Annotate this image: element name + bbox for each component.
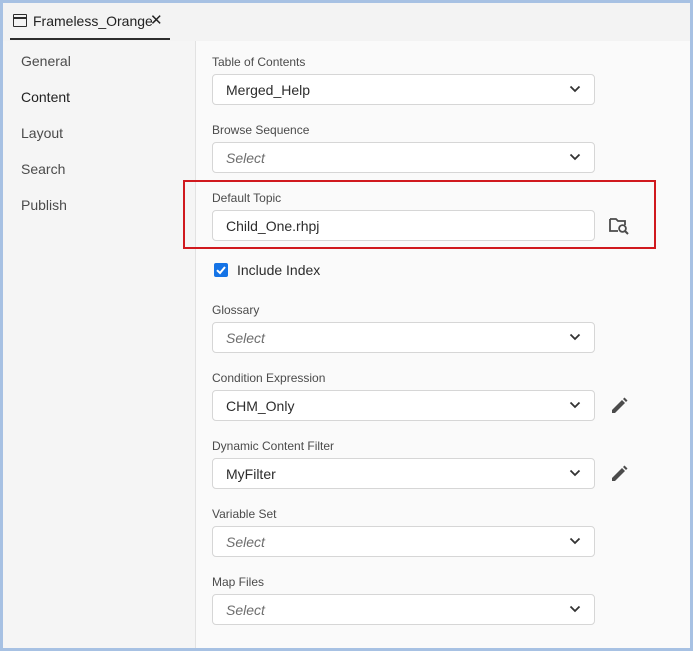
browse-sequence-placeholder: Select bbox=[226, 150, 265, 166]
chevron-down-icon bbox=[569, 333, 581, 341]
tab-frameless-orange[interactable]: Frameless_Orange ✕ bbox=[10, 3, 170, 40]
edit-pencil-icon[interactable] bbox=[608, 463, 630, 485]
toc-label: Table of Contents bbox=[212, 55, 306, 69]
sidebar-item-content[interactable]: Content bbox=[21, 89, 70, 105]
glossary-label: Glossary bbox=[212, 303, 260, 317]
sidebar-item-search[interactable]: Search bbox=[21, 161, 65, 177]
map-files-label: Map Files bbox=[212, 575, 265, 589]
toc-dropdown[interactable]: Merged_Help bbox=[212, 74, 595, 105]
map-files-dropdown[interactable]: Select bbox=[212, 594, 595, 625]
glossary-dropdown[interactable]: Select bbox=[212, 322, 595, 353]
chevron-down-icon bbox=[569, 153, 581, 161]
chevron-down-icon bbox=[569, 85, 581, 93]
chevron-down-icon bbox=[569, 537, 581, 545]
default-topic-label: Default Topic bbox=[212, 191, 282, 205]
dynamic-content-filter-dropdown[interactable]: MyFilter bbox=[212, 458, 595, 489]
chevron-down-icon bbox=[569, 401, 581, 409]
project-settings-window: Frameless_Orange ✕ General Content Layou… bbox=[0, 0, 693, 651]
dynamic-content-filter-label: Dynamic Content Filter bbox=[212, 439, 335, 453]
settings-sidebar: General Content Layout Search Publish bbox=[3, 41, 196, 648]
variable-set-dropdown[interactable]: Select bbox=[212, 526, 595, 557]
variable-set-label: Variable Set bbox=[212, 507, 277, 521]
tab-title: Frameless_Orange bbox=[33, 13, 153, 29]
close-icon[interactable]: ✕ bbox=[150, 11, 163, 29]
map-files-placeholder: Select bbox=[226, 602, 265, 618]
sidebar-item-layout[interactable]: Layout bbox=[21, 125, 63, 141]
default-topic-input[interactable]: Child_One.rhpj bbox=[212, 210, 595, 241]
default-topic-value: Child_One.rhpj bbox=[226, 218, 320, 234]
sidebar-item-publish[interactable]: Publish bbox=[21, 197, 67, 213]
browse-sequence-dropdown[interactable]: Select bbox=[212, 142, 595, 173]
window-icon bbox=[13, 14, 27, 27]
checkmark-icon bbox=[216, 266, 226, 275]
edit-pencil-icon[interactable] bbox=[608, 395, 630, 417]
glossary-placeholder: Select bbox=[226, 330, 265, 346]
browse-topic-icon[interactable] bbox=[608, 214, 630, 236]
include-index-checkbox[interactable] bbox=[214, 263, 228, 277]
chevron-down-icon bbox=[569, 605, 581, 613]
condition-expression-label: Condition Expression bbox=[212, 371, 326, 385]
condition-expression-value: CHM_Only bbox=[226, 398, 295, 414]
toc-value: Merged_Help bbox=[226, 82, 311, 98]
variable-set-placeholder: Select bbox=[226, 534, 265, 550]
chevron-down-icon bbox=[569, 469, 581, 477]
include-index-label: Include Index bbox=[237, 262, 321, 278]
dynamic-content-filter-value: MyFilter bbox=[226, 466, 276, 482]
condition-expression-dropdown[interactable]: CHM_Only bbox=[212, 390, 595, 421]
tab-bar: Frameless_Orange ✕ bbox=[3, 3, 690, 42]
browse-sequence-label: Browse Sequence bbox=[212, 123, 310, 137]
sidebar-item-general[interactable]: General bbox=[21, 53, 71, 69]
content-settings-panel: Table of Contents Merged_Help Browse Seq… bbox=[196, 41, 690, 648]
